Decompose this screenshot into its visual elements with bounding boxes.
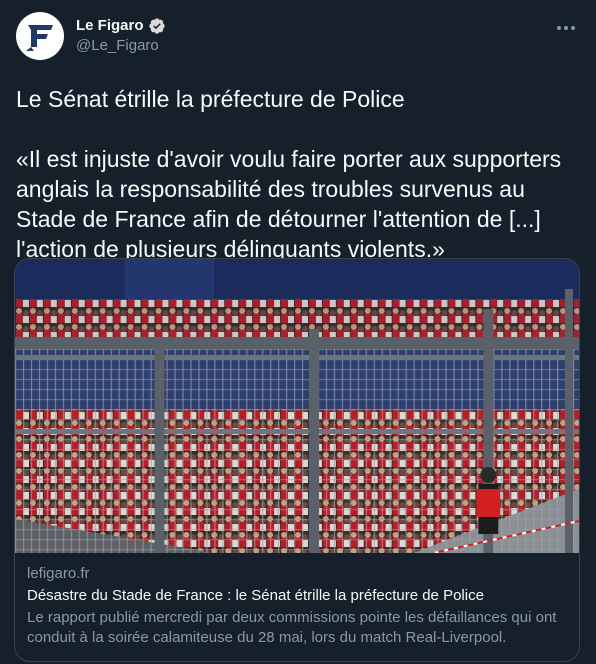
card-description: Le rapport publié mercredi par deux comm… [27,609,557,646]
display-name-row: Le Figaro [76,16,166,36]
avatar[interactable] [16,12,64,60]
author-names: Le Figaro @Le_Figaro [76,12,166,56]
tweet[interactable]: Le Figaro @Le_Figaro Le Sénat étrille la… [0,0,596,664]
card-meta: lefigaro.fr Désastre du Stade de France … [15,553,579,648]
card-domain: lefigaro.fr [27,565,90,582]
le-figaro-logo-icon [26,25,53,51]
more-horizontal-icon[interactable] [554,16,578,40]
card-title[interactable]: Désastre du Stade de France : le Sénat é… [27,586,567,606]
card-image[interactable] [15,259,579,553]
verified-badge-icon [148,18,165,34]
display-name[interactable]: Le Figaro [76,16,144,36]
tweet-text: Le Sénat étrille la préfecture de Police… [16,86,562,262]
handle[interactable]: @Le_Figaro [76,36,166,56]
tweet-header: Le Figaro @Le_Figaro [16,12,580,64]
link-card[interactable]: lefigaro.fr Désastre du Stade de France … [14,258,580,662]
